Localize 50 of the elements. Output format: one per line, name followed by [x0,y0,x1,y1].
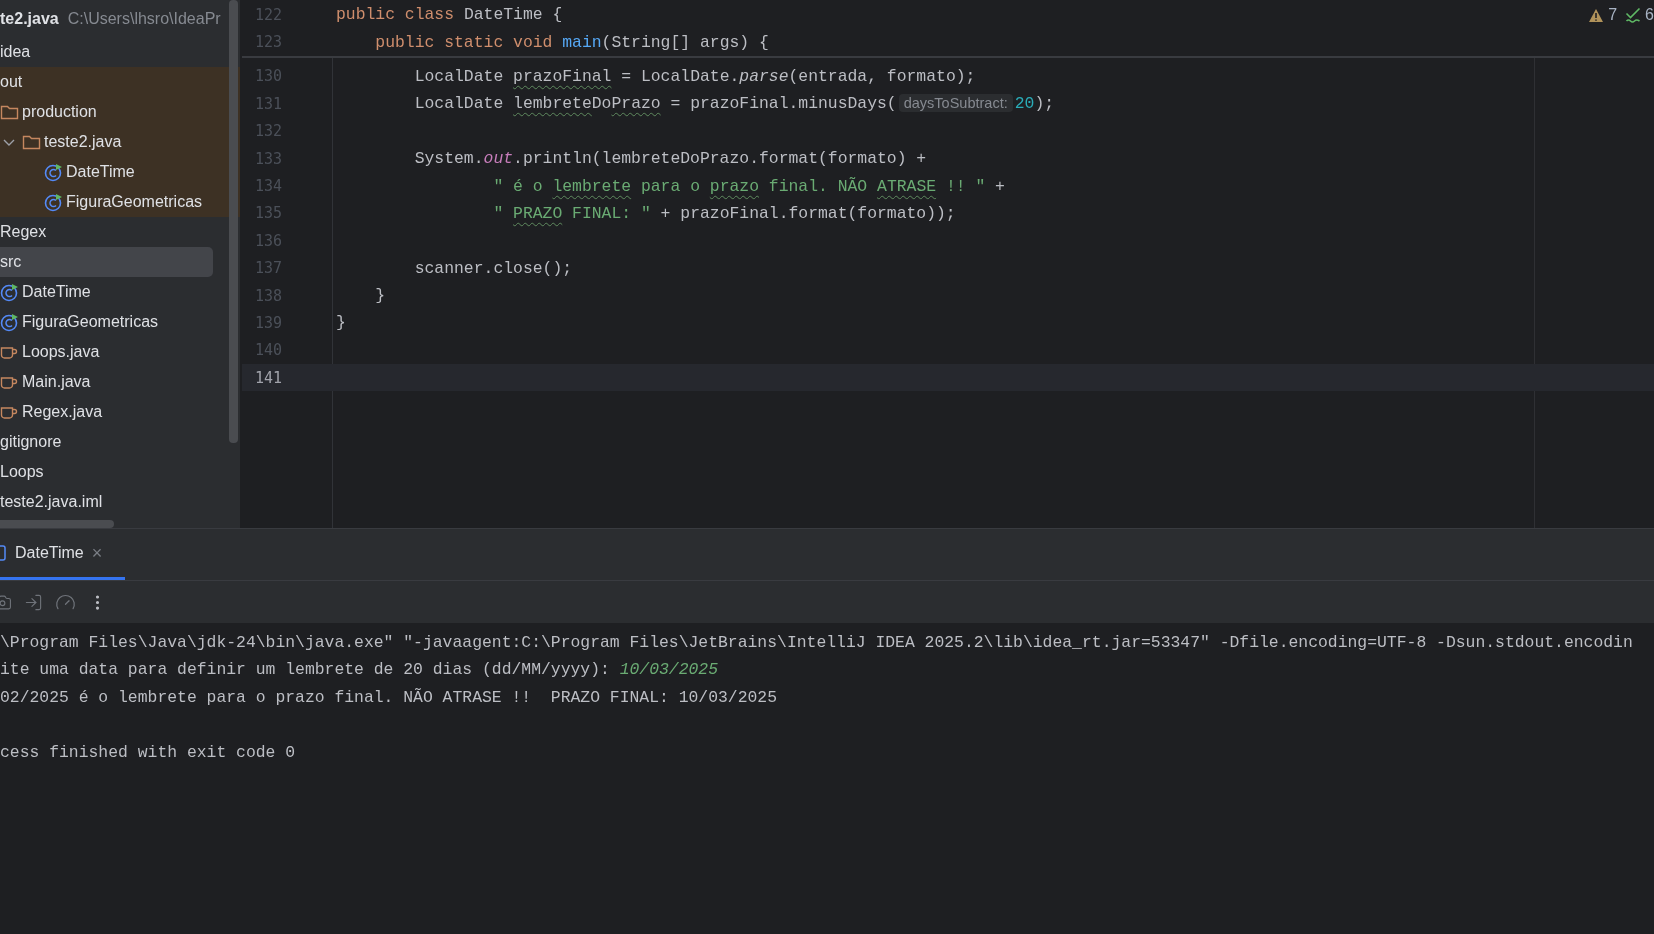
class-icon [0,282,19,302]
tree-item[interactable]: Loops.java [0,337,213,367]
tree-item[interactable]: DateTime [0,157,213,187]
tree-item[interactable]: Regex [0,217,213,247]
warning-icon[interactable] [1588,7,1605,23]
inspection-count[interactable]: 7 [1608,6,1618,24]
inspection-count[interactable]: 6 [1645,6,1654,24]
tree-item[interactable]: production [0,97,213,127]
code-line: LocalDate prazoFinal = LocalDate.parse(entrada, formato); [413,66,976,86]
scrollbar[interactable] [229,0,238,443]
console-line: 02/2025 é o lembrete para o prazo final. NÃO ATRASE !! PRAZO FINAL: 10/03/2025 [0,686,779,709]
class-icon [0,312,19,332]
tree-item[interactable]: DateTime [0,277,213,307]
code-line: " PRAZO FINAL: " + prazoFinal.format(formato)); [492,203,956,223]
tree-item[interactable]: idea [0,37,213,67]
class-icon [44,162,63,182]
import-icon[interactable] [24,592,43,612]
tree-item[interactable]: teste2.java [0,127,213,157]
code-line: System.out.println(lembreteDoPrazo.format(formato) + [413,149,927,169]
tree-item[interactable]: out [0,67,213,97]
scrollbar[interactable] [0,520,114,528]
code-line: LocalDate lembreteDoPrazo = prazoFinal.minusDays( daysToSubtract: 20); [413,94,1055,114]
tree-item[interactable]: FiguraGeometricas [0,307,213,337]
project-path: C:\Users\lhsro\IdeaPr [67,9,221,28]
tree-item[interactable]: gitignore [0,427,213,457]
code-line: public class DateTime { [336,5,563,25]
check-icon[interactable] [1625,7,1642,23]
code-line: public static void main(String[] args) { [374,32,769,52]
line-number: 141 [253,368,282,387]
cup-icon [0,344,19,360]
folder-icon [22,134,41,150]
tree-item[interactable]: src [0,247,213,277]
tree-item[interactable]: teste2.java.iml [0,487,213,517]
tree-item[interactable]: Main.java [0,367,213,397]
tree-item[interactable]: Regex.java [0,397,213,427]
cup-icon [0,374,19,390]
console-line: cess finished with exit code 0 [0,741,297,764]
class-icon [44,192,63,212]
console-line: \Program Files\Java\jdk-24\bin\java.exe" "-javaagent:C:\Program Files\JetBrains\IntelliJ IDEA 2025.2\lib\idea_rt.jar=53347" -Dfile.encoding=UTF-8 -Dsun.stdout.encodin [0,632,1634,654]
console-icon [0,545,7,561]
tree-item[interactable]: FiguraGeometricas [0,187,213,217]
cup-icon [0,404,19,420]
folder-icon [0,104,19,120]
code-line: " é o lembrete para o prazo final. NÃO ATRASE !! " + [492,176,1005,196]
tree-item[interactable]: Loops [0,457,213,487]
code-line: } [374,286,386,306]
code-line: scanner.close(); [413,258,573,278]
project-name: te2.java [0,9,59,28]
code-line: } [336,313,346,333]
console-line: ite uma data para definir um lembrete de 20 dias (dd/MM/yyyy): 10/03/2025 [0,659,720,682]
